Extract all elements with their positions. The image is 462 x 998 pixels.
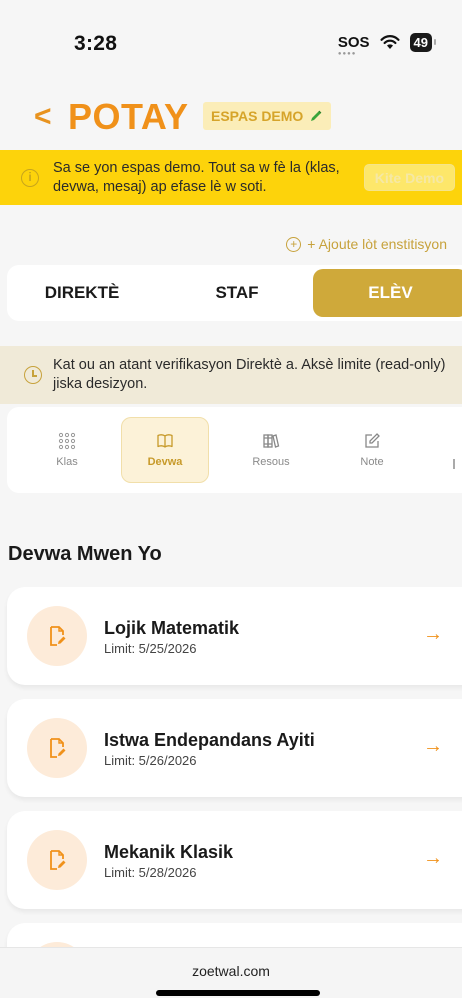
assignment-title: Mekanik Klasik (104, 842, 234, 862)
document-edit-icon (50, 626, 66, 646)
module-label: Devwa (147, 456, 183, 468)
info-icon: i (21, 169, 39, 187)
assignment-due-date: Limit: 5/26/2026 (104, 753, 197, 768)
exit-demo-button[interactable]: Kite Demo (363, 164, 455, 191)
plus-circle-icon: + (286, 236, 302, 252)
assignment-card[interactable]: Istwa Endepandans Ayiti Limit: 5/26/2026… (7, 699, 462, 797)
wifi-icon (380, 35, 400, 49)
module-klas[interactable]: Klas (23, 417, 111, 483)
verification-notice: Kat ou an atant verifikasyon Direktè a. … (0, 346, 462, 404)
add-institution-label: + Ajoute lòt enstitisyon (307, 236, 447, 252)
role-tabs: DIREKTÈ STAF ELÈV (7, 265, 462, 321)
pencil-icon (311, 110, 322, 121)
demo-badge-label: ESPAS DEMO (211, 108, 304, 124)
tab-staf[interactable]: STAF (172, 265, 302, 321)
signal-dots-icon: ●●●● (337, 51, 357, 57)
demo-banner: i Sa se yon espas demo. Tout sa w fè la … (0, 150, 462, 205)
clock-icon (24, 366, 42, 384)
sos-label: SOS (337, 34, 370, 51)
demo-banner-text: Sa se yon espas demo. Tout sa w fè la (k… (53, 160, 340, 195)
module-label: Note (360, 456, 384, 468)
verification-text: Kat ou an atant verifikasyon Direktè a. … (53, 357, 446, 392)
arrow-right-icon[interactable]: → (423, 847, 443, 870)
module-note[interactable]: Note (328, 417, 416, 483)
assignment-due-date: Limit: 5/25/2026 (104, 641, 197, 656)
page-title: POTAY (68, 96, 189, 137)
assignment-icon (27, 606, 87, 666)
edit-note-icon (365, 433, 380, 448)
assignment-icon (27, 830, 87, 890)
arrow-right-icon[interactable]: → (423, 623, 443, 646)
domain-label[interactable]: zoetwal.com (0, 963, 462, 979)
tab-elev[interactable]: ELÈV (313, 269, 462, 317)
assignment-due-date: Limit: 5/28/2026 (104, 865, 197, 880)
home-indicator[interactable] (156, 990, 320, 996)
more-modules-indicator (453, 459, 455, 469)
arrow-right-icon[interactable]: → (423, 735, 443, 758)
assignment-card[interactable]: Lojik Matematik Limit: 5/25/2026 → (7, 587, 462, 685)
app-header: < POTAY ESPAS DEMO (0, 96, 462, 140)
status-time: 3:28 (74, 32, 118, 55)
library-icon (263, 434, 280, 448)
module-resous[interactable]: Resous (227, 417, 315, 483)
document-edit-icon (50, 850, 66, 870)
status-bar: 3:28 SOS ●●●● 49 (0, 0, 462, 84)
module-devwa[interactable]: Devwa (121, 417, 209, 483)
assignment-title: Istwa Endepandans Ayiti (104, 730, 315, 750)
sos-indicator: SOS ●●●● (337, 34, 370, 57)
assignment-card[interactable]: Mekanik Klasik Limit: 5/28/2026 → (7, 811, 462, 909)
add-institution-link[interactable]: + + Ajoute lòt enstitisyon (286, 236, 447, 252)
demo-badge: ESPAS DEMO (203, 102, 332, 130)
book-icon (157, 434, 173, 448)
tab-direkte[interactable]: DIREKTÈ (7, 265, 157, 321)
module-label: Klas (56, 456, 78, 468)
assignment-title: Lojik Matematik (104, 618, 240, 638)
module-label: Resous (252, 456, 290, 468)
battery-icon: 49 (409, 33, 437, 52)
module-nav: Klas Devwa Resous Note (7, 407, 462, 493)
assignment-icon (27, 718, 87, 778)
grid-icon (58, 432, 76, 450)
document-edit-icon (50, 738, 66, 758)
status-icons: SOS ●●●● 49 (337, 33, 437, 57)
section-title: Devwa Mwen Yo (8, 543, 162, 565)
back-chevron-icon[interactable]: < (34, 100, 52, 134)
